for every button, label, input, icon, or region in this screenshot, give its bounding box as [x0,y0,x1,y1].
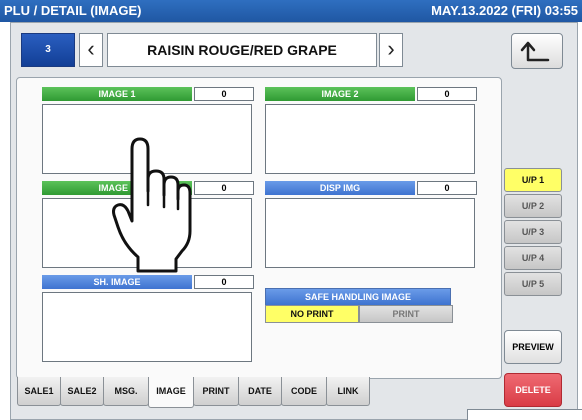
tab-print[interactable]: PRINT [193,377,239,406]
image2-value[interactable]: 0 [417,87,477,101]
datetime-display: MAY.13.2022 (FRI) 03:55 [431,3,578,18]
tab-date[interactable]: DATE [238,377,282,406]
page-title: PLU / DETAIL (IMAGE) [4,3,142,18]
up-button-5[interactable]: U/P 5 [504,272,562,296]
image1-preview[interactable] [42,104,252,174]
tab-sale2[interactable]: SALE2 [60,377,104,406]
title-bar: PLU / DETAIL (IMAGE) MAY.13.2022 (FRI) 0… [0,0,582,22]
disp-img-slot: DISP IMG 0 [265,181,477,268]
plu-number[interactable]: 3 [21,33,75,67]
image3-preview[interactable] [42,198,252,268]
item-name: RAISIN ROUGE/RED GRAPE [107,33,377,67]
plu-navigation: 3 ‹ RAISIN ROUGE/RED GRAPE › [17,29,417,69]
image1-value[interactable]: 0 [194,87,254,101]
back-button[interactable] [511,33,563,69]
print-option[interactable]: PRINT [359,305,453,323]
tab-code[interactable]: CODE [281,377,327,406]
disp-img-preview[interactable] [265,198,475,268]
image3-label: IMAGE 3 [42,181,192,195]
image1-slot: IMAGE 1 0 [42,87,254,174]
chevron-left-icon: ‹ [87,36,95,61]
tab-link[interactable]: LINK [326,377,370,406]
no-print-option[interactable]: NO PRINT [265,305,359,323]
tab-sale1[interactable]: SALE1 [17,377,61,406]
image2-preview[interactable] [265,104,475,174]
image2-label: IMAGE 2 [265,87,415,101]
image1-label: IMAGE 1 [42,87,192,101]
chevron-right-icon: › [387,36,395,61]
image2-slot: IMAGE 2 0 [265,87,477,174]
safe-handling-label: SAFE HANDLING IMAGE [265,288,451,306]
delete-button[interactable]: DELETE [504,373,562,407]
sh-image-preview[interactable] [42,292,252,362]
image3-slot: IMAGE 3 0 [42,181,254,268]
up-button-2[interactable]: U/P 2 [504,194,562,218]
tab-msg[interactable]: MSG. [103,377,149,406]
up-button-3[interactable]: U/P 3 [504,220,562,244]
disp-img-value[interactable]: 0 [417,181,477,195]
status-box [467,409,582,420]
tab-image[interactable]: IMAGE [148,377,194,408]
next-button[interactable]: › [379,33,403,67]
image-settings-panel: IMAGE 1 0 IMAGE 2 0 IMAGE 3 0 DISP IMG 0 [16,77,502,379]
previous-button[interactable]: ‹ [79,33,103,67]
disp-img-label: DISP IMG [265,181,415,195]
sh-image-label: SH. IMAGE [42,275,192,289]
return-arrow-icon [520,41,550,62]
image3-value[interactable]: 0 [194,181,254,195]
up-button-1[interactable]: U/P 1 [504,168,562,192]
main-screen: 3 ‹ RAISIN ROUGE/RED GRAPE › IMAGE 1 0 I… [10,22,582,420]
sh-image-value[interactable]: 0 [194,275,254,289]
safe-handling-group: SAFE HANDLING IMAGE NO PRINT PRINT [265,288,453,323]
up-button-4[interactable]: U/P 4 [504,246,562,270]
sh-image-slot: SH. IMAGE 0 [42,275,254,362]
preview-button[interactable]: PREVIEW [504,330,562,364]
